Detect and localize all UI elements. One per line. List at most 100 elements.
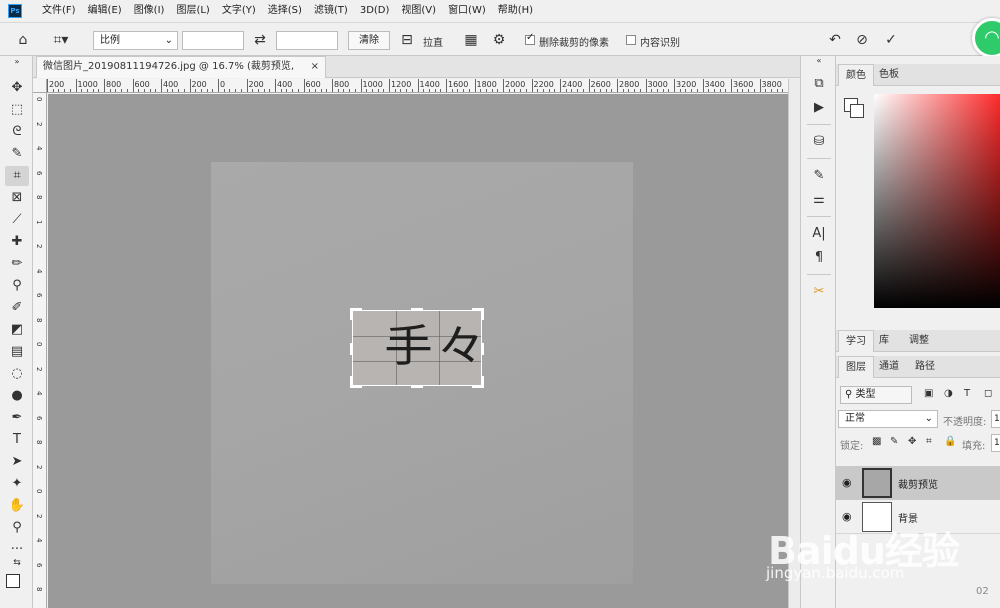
vertical-ruler[interactable]: 0 2 4 6 8 1 2 4 6 8 0 2 4 6 8 2 0 2 4 6 8 [33, 93, 47, 608]
straighten-label[interactable]: 拉直 [423, 34, 443, 49]
eyedropper-tool-icon[interactable]: ⟋ [5, 210, 29, 230]
lock-transparent-icon[interactable]: ▩ [872, 436, 881, 447]
collapse-toolbar-icon[interactable]: » [5, 58, 29, 66]
lock-position-icon[interactable]: ✥ [908, 436, 916, 447]
healing-brush-icon[interactable]: ✚ [5, 232, 29, 252]
swap-colors-icon[interactable]: ⇆ [5, 558, 29, 568]
pixel-filter-icon[interactable]: ▣ [924, 388, 933, 399]
foreground-color-swatch[interactable] [6, 574, 20, 588]
cancel-icon[interactable]: ⊘ [853, 31, 871, 49]
canvas-area[interactable]: 手々 [48, 94, 788, 608]
blur-tool-icon[interactable]: ◌ [5, 364, 29, 384]
type-filter-icon[interactable]: T [964, 388, 970, 399]
crop-box[interactable]: 手々 [350, 308, 485, 388]
history-panel-icon[interactable]: ⧉ [809, 74, 829, 94]
crop-handle-left[interactable] [350, 343, 353, 355]
crop-handle-top-left[interactable] [350, 308, 353, 320]
crop-tool-icon[interactable]: ⌗ [5, 166, 29, 186]
lasso-tool-icon[interactable]: ᘓ [5, 122, 29, 142]
menu-window[interactable]: 窗口(W) [442, 0, 492, 22]
brush-settings-icon[interactable]: ✎ [809, 166, 829, 186]
eye-icon[interactable]: ◉ [842, 476, 852, 489]
menu-image[interactable]: 图像(I) [128, 0, 171, 22]
crop-handle-bottom-left[interactable] [350, 376, 353, 388]
clear-button[interactable]: 清除 [348, 31, 390, 50]
crop-tool-preset-icon[interactable]: ⌗▾ [46, 31, 76, 49]
tab-channels[interactable]: 通道 [872, 356, 906, 378]
marquee-tool-icon[interactable]: ⬚ [5, 100, 29, 120]
actions-panel-icon[interactable]: ▶ [809, 98, 829, 118]
gradient-tool-icon[interactable]: ▤ [5, 342, 29, 362]
tab-learn[interactable]: 学习 [838, 330, 874, 352]
crop-handle-bottom[interactable] [411, 385, 423, 388]
delete-cropped-checkbox[interactable] [525, 32, 535, 45]
type-tool-icon[interactable]: T [5, 430, 29, 450]
fill-input[interactable]: 10 [991, 434, 1000, 452]
gear-icon[interactable]: ⚙ [490, 31, 508, 49]
tab-swatches[interactable]: 色板 [872, 64, 906, 86]
ratio-height-input[interactable] [276, 31, 338, 50]
close-tab-icon[interactable]: × [311, 57, 319, 77]
tab-libraries[interactable]: 库 [872, 330, 896, 352]
menu-3d[interactable]: 3D(D) [354, 0, 396, 22]
tab-paths[interactable]: 路径 [908, 356, 942, 378]
menu-filter[interactable]: 滤镜(T) [308, 0, 354, 22]
adjustments-icon[interactable]: ⚌ [809, 190, 829, 210]
background-swatch[interactable] [850, 104, 864, 118]
document-tab[interactable]: 微信图片_20190811194726.jpg @ 16.7% (裁剪预览, R… [36, 56, 326, 92]
straighten-icon[interactable]: ⊟ [398, 31, 416, 49]
pen-tool-icon[interactable]: ✒ [5, 408, 29, 428]
brush-tool-icon[interactable]: ✏ [5, 254, 29, 274]
menu-help[interactable]: 帮助(H) [492, 0, 539, 22]
character-panel-icon[interactable]: A| [809, 224, 829, 244]
zoom-tool-icon[interactable]: ⚲ [5, 518, 29, 538]
tab-color[interactable]: 颜色 [838, 64, 874, 86]
quick-select-tool-icon[interactable]: ✎ [5, 144, 29, 164]
lock-all-icon[interactable]: 🔒 [944, 436, 956, 447]
menu-file[interactable]: 文件(F) [36, 0, 82, 22]
history-brush-icon[interactable]: ✐ [5, 298, 29, 318]
lock-artboard-icon[interactable]: ⌗ [926, 436, 932, 447]
eraser-tool-icon[interactable]: ◩ [5, 320, 29, 340]
hand-tool-icon[interactable]: ✋ [5, 496, 29, 516]
shape-tool-icon[interactable]: ✦ [5, 474, 29, 494]
color-picker-field[interactable] [874, 94, 1000, 308]
tab-layers[interactable]: 图层 [838, 356, 874, 378]
undo-crop-icon[interactable]: ↶ [826, 31, 844, 49]
move-tool-icon[interactable]: ✥ [5, 78, 29, 98]
lock-pixels-icon[interactable]: ✎ [890, 436, 898, 447]
swap-icon[interactable]: ⇄ [251, 31, 269, 49]
menu-layer[interactable]: 图层(L) [170, 0, 215, 22]
home-icon[interactable]: ⌂ [14, 31, 32, 49]
grid-overlay-icon[interactable]: ▦ [462, 31, 480, 49]
commit-icon[interactable]: ✓ [882, 31, 900, 49]
tool-presets-icon[interactable]: ✂ [809, 282, 829, 302]
horizontal-ruler[interactable]: 200 1000 800 600 400 200 0 200 400 600 800 1000 1200… [47, 79, 788, 93]
menu-type[interactable]: 文字(Y) [216, 0, 262, 22]
more-tools-icon[interactable]: ··· [5, 540, 29, 560]
menu-edit[interactable]: 编辑(E) [82, 0, 128, 22]
libraries-panel-icon[interactable]: ⛁ [809, 132, 829, 152]
tab-adjustments[interactable]: 调整 [902, 330, 936, 352]
frame-tool-icon[interactable]: ⊠ [5, 188, 29, 208]
layer-filter-select[interactable]: ⚲ 类型 [840, 386, 912, 404]
opacity-input[interactable]: 10 [991, 410, 1000, 428]
path-select-icon[interactable]: ➤ [5, 452, 29, 472]
content-aware-checkbox[interactable] [626, 35, 636, 45]
menu-view[interactable]: 视图(V) [395, 0, 442, 22]
blend-mode-select[interactable]: 正常 ⌄ [838, 410, 938, 428]
ratio-width-input[interactable] [182, 31, 244, 50]
crop-handle-top-right[interactable] [481, 308, 484, 320]
layer-name[interactable]: 裁剪预览 [898, 476, 938, 491]
layer-row[interactable]: ◉ 裁剪预览 [836, 466, 1000, 500]
collapse-panels-icon[interactable]: « [809, 56, 829, 66]
shape-filter-icon[interactable]: ◻ [984, 388, 992, 399]
crop-handle-right[interactable] [481, 343, 484, 355]
menu-select[interactable]: 选择(S) [262, 0, 308, 22]
paragraph-panel-icon[interactable]: ¶ [809, 248, 829, 268]
crop-handle-top[interactable] [411, 308, 423, 311]
crop-handle-bottom-right[interactable] [481, 376, 484, 388]
clone-stamp-icon[interactable]: ⚲ [5, 276, 29, 296]
adjustment-filter-icon[interactable]: ◑ [944, 388, 953, 399]
dodge-tool-icon[interactable]: ● [5, 386, 29, 406]
